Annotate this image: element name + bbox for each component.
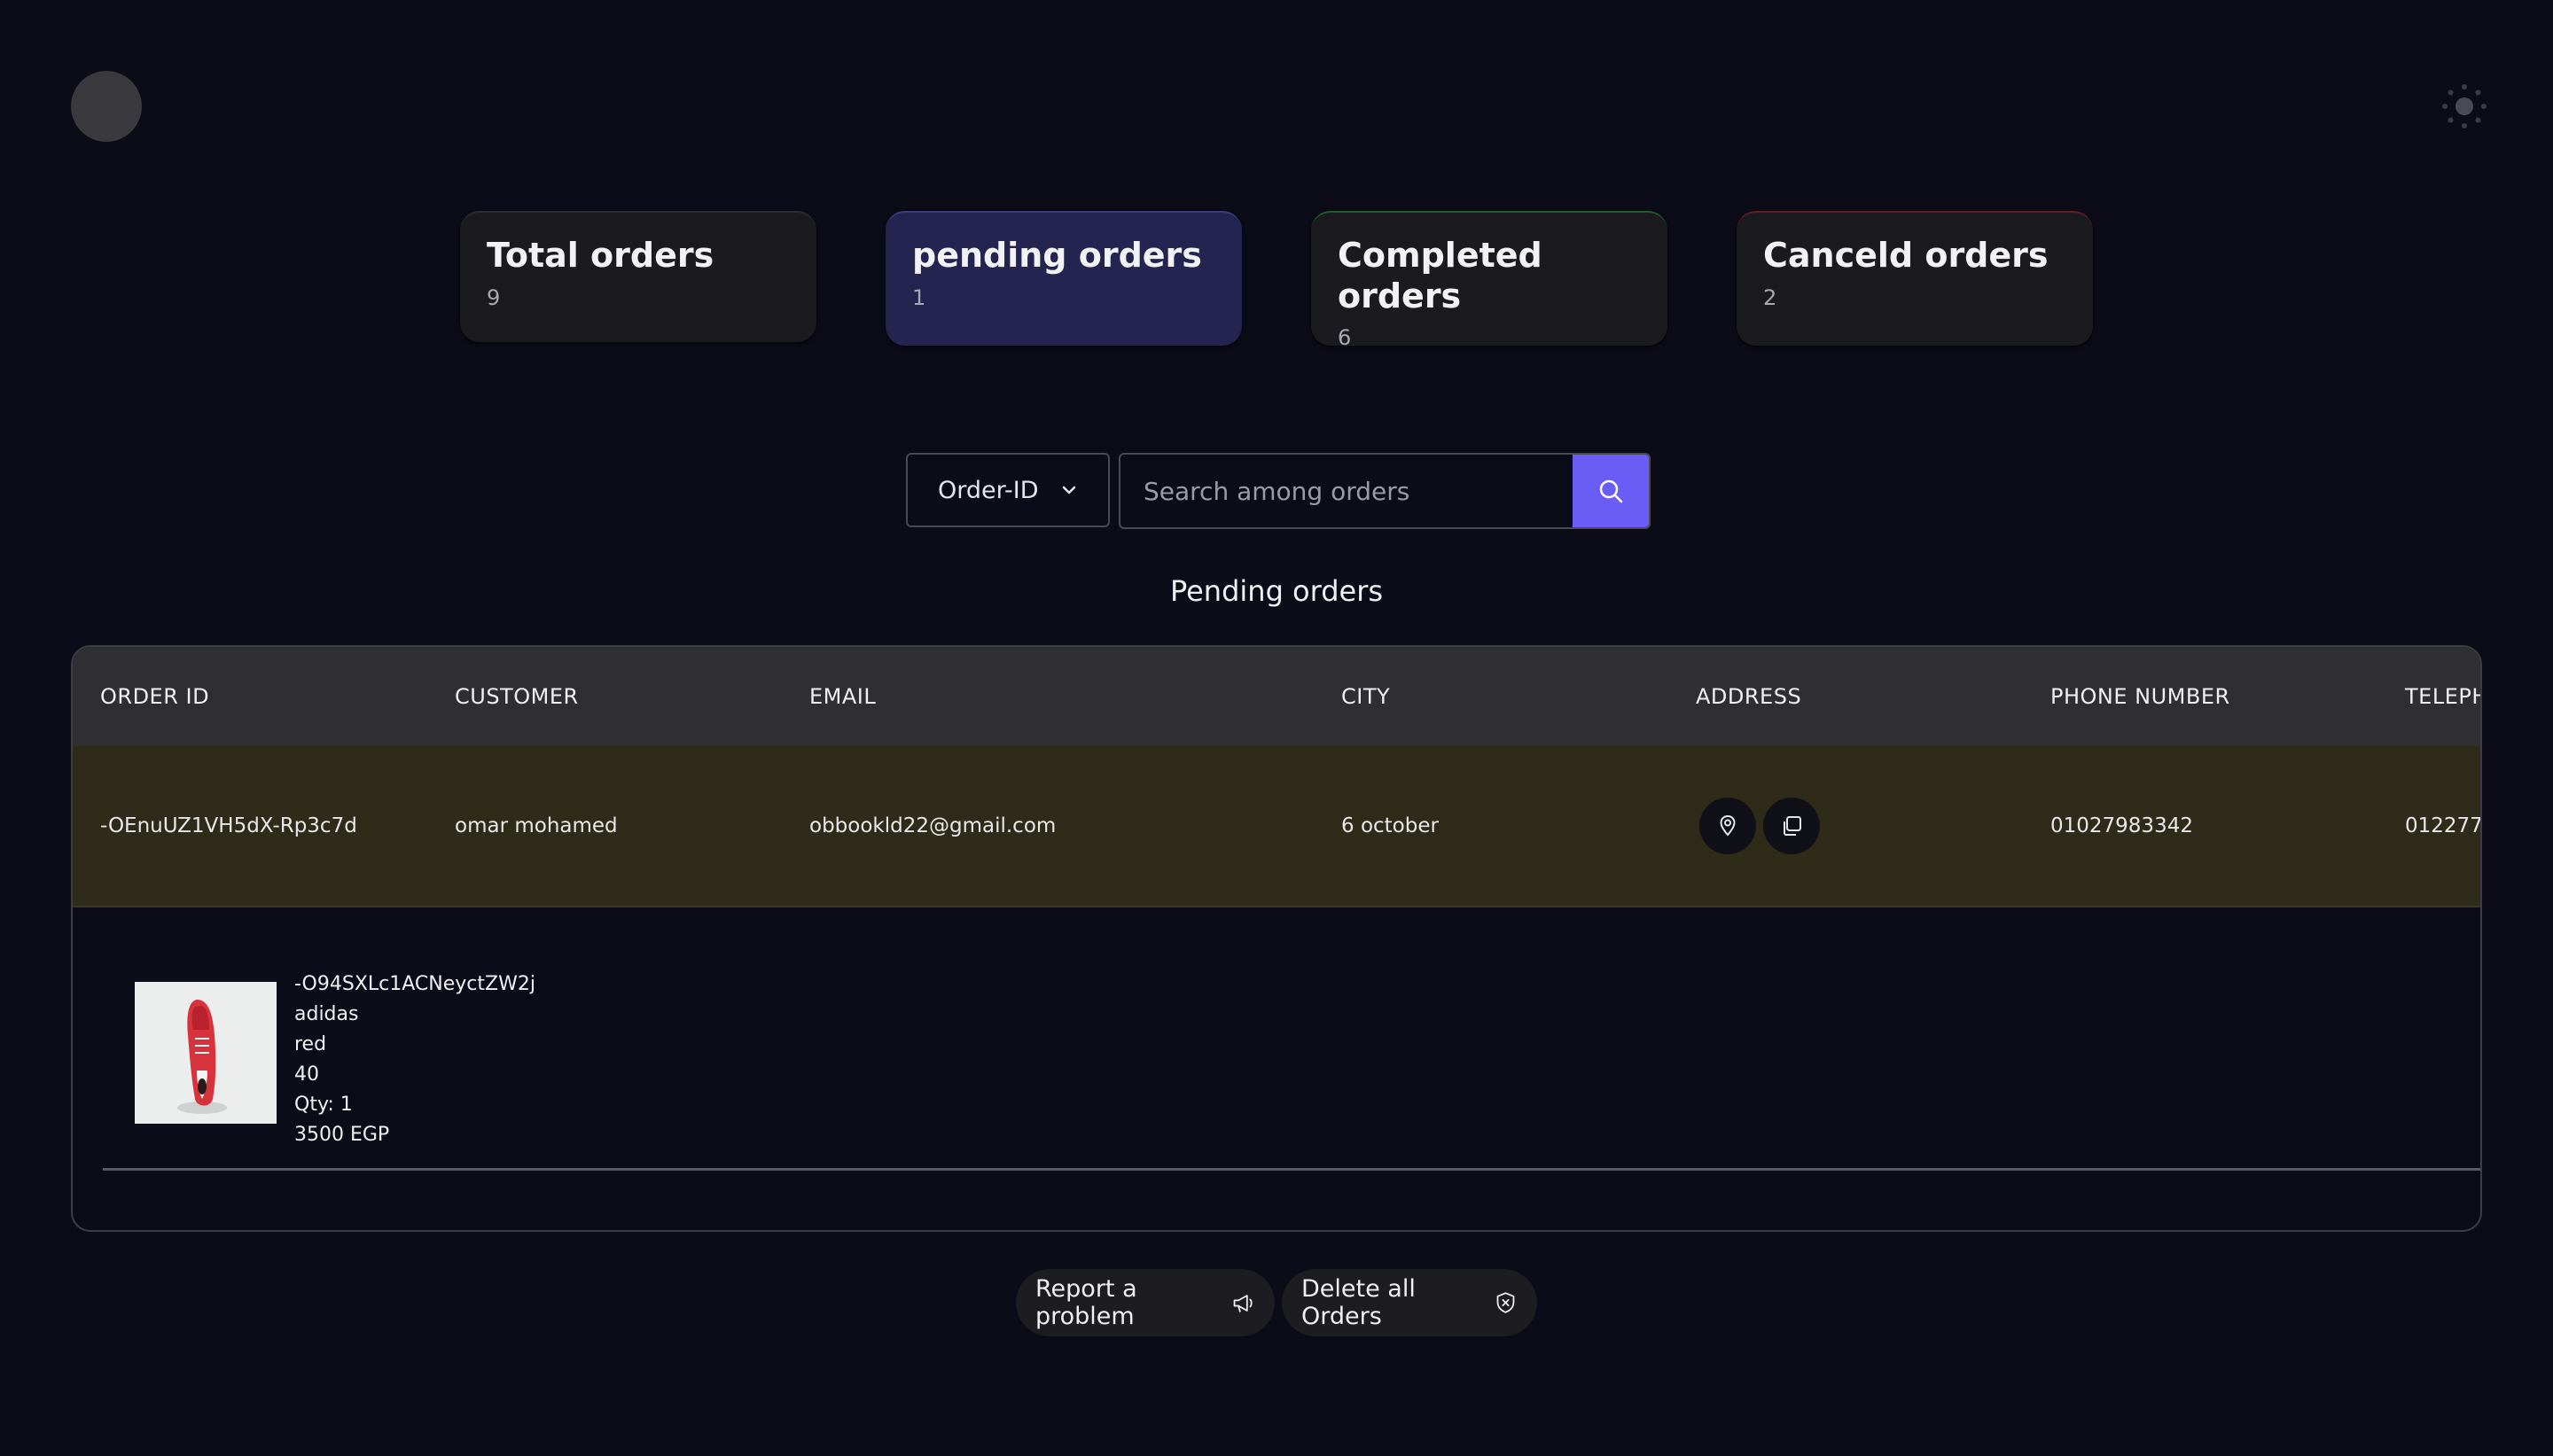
cell-telephone: 0122779 — [2405, 814, 2482, 837]
item-price: 3500 EGP — [294, 1124, 390, 1146]
stat-count: 6 — [1338, 325, 1352, 351]
stat-title: Canceld orders — [1763, 236, 2049, 275]
stat-title: pending orders — [912, 236, 1202, 275]
report-problem-button[interactable]: Report a problem — [1016, 1269, 1275, 1336]
copy-address-button[interactable] — [1763, 798, 1820, 854]
item-brand: adidas — [294, 1003, 359, 1025]
item-color: red — [294, 1033, 327, 1055]
megaphone-icon — [1233, 1295, 1253, 1312]
view-location-button[interactable] — [1699, 798, 1756, 854]
orders-table: ORDER ID CUSTOMER EMAIL CITY ADDRESS PHO… — [71, 645, 2482, 1232]
search-field-select-value: Order-ID — [938, 476, 1039, 504]
location-pin-icon — [1720, 814, 1736, 837]
item-id: -O94SXLc1ACNeyctZW2j — [294, 973, 535, 995]
search-field-select[interactable]: Order-ID — [906, 453, 1110, 527]
cell-phone: 01027983342 — [2050, 814, 2193, 837]
column-header-email: EMAIL — [809, 684, 877, 709]
column-header-city: CITY — [1341, 684, 1391, 709]
column-header-phone: PHONE NUMBER — [2050, 684, 2230, 709]
column-header-address: ADDRESS — [1696, 684, 1802, 709]
stat-card-total[interactable]: Total orders 9 — [460, 211, 816, 342]
search-icon — [1599, 479, 1623, 503]
stat-count: 1 — [912, 284, 926, 310]
column-header-customer: CUSTOMER — [455, 684, 579, 709]
cell-city: 6 october — [1341, 814, 1439, 837]
sun-icon — [2442, 84, 2487, 128]
cell-email: obbookld22@gmail.com — [809, 814, 1057, 837]
table-row[interactable]: -OEnuUZ1VH5dX-Rp3c7d omar mohamed obbook… — [73, 746, 2482, 907]
copy-icon — [1784, 816, 1801, 836]
column-header-telephone: TELEPH — [2405, 684, 2482, 709]
cell-customer: omar mohamed — [455, 814, 618, 837]
chevron-down-icon — [1062, 486, 1076, 494]
item-details: -O94SXLc1ACNeyctZW2j adidas red 40 Qty: … — [294, 969, 826, 1150]
delete-all-orders-label: Delete all Orders — [1301, 1275, 1416, 1330]
report-problem-label: Report a problem — [1035, 1275, 1137, 1330]
theme-toggle[interactable] — [2440, 82, 2489, 131]
cell-order-id: -OEnuUZ1VH5dX-Rp3c7d — [100, 814, 357, 837]
stat-title: Total orders — [487, 236, 714, 275]
table-header: ORDER ID CUSTOMER EMAIL CITY ADDRESS PHO… — [73, 647, 2482, 746]
divider — [103, 1168, 2480, 1171]
item-qty: Qty: 1 — [294, 1094, 353, 1116]
search-button[interactable] — [1573, 455, 1649, 527]
stat-count: 9 — [487, 284, 501, 310]
section-title: Pending orders — [1169, 574, 1384, 608]
stat-title: Completed orders — [1338, 236, 1542, 315]
product-image — [135, 982, 277, 1124]
stat-card-completed[interactable]: Completed orders 6 — [1311, 211, 1667, 350]
shield-icon — [1496, 1292, 1515, 1313]
item-size: 40 — [294, 1063, 319, 1086]
column-header-order-id: ORDER ID — [100, 684, 210, 709]
search-input[interactable] — [1120, 455, 1573, 527]
search-box — [1119, 453, 1651, 529]
avatar[interactable] — [71, 71, 142, 142]
delete-all-orders-button[interactable]: Delete all Orders — [1282, 1269, 1537, 1336]
stat-count: 2 — [1763, 284, 1777, 310]
stat-card-pending[interactable]: pending orders 1 — [886, 211, 1242, 346]
sneaker-image — [135, 982, 277, 1124]
stat-card-canceled[interactable]: Canceld orders 2 — [1737, 211, 2093, 346]
